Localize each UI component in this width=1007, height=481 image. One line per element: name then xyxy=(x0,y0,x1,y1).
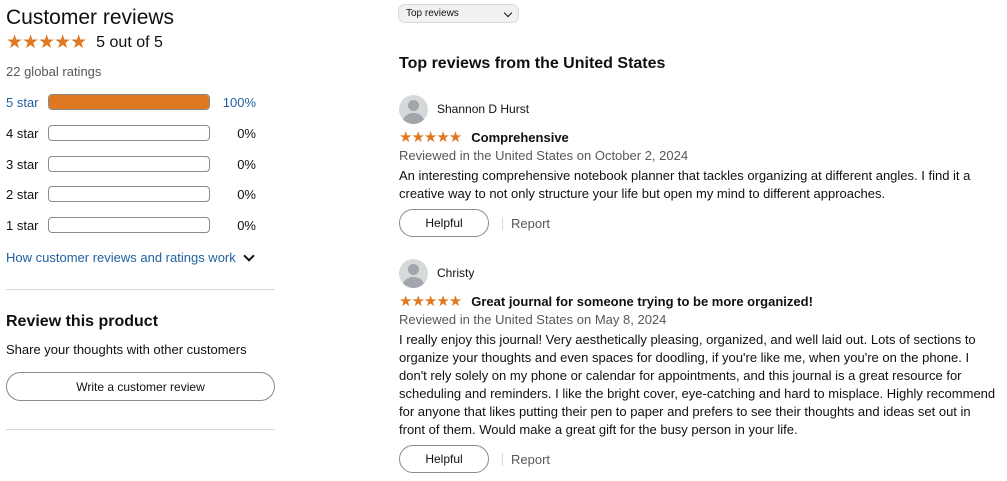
average-rating-text: 5 out of 5 xyxy=(96,33,163,51)
review-date: Reviewed in the United States on May 8, … xyxy=(399,312,667,327)
review-header: ★★★★★ Great journal for someone trying t… xyxy=(399,292,999,310)
reviewer-name: Christy xyxy=(437,266,475,280)
review-title[interactable]: Comprehensive xyxy=(471,130,569,145)
review-product-subtitle: Share your thoughts with other customers xyxy=(6,342,247,357)
review-title[interactable]: Great journal for someone trying to be m… xyxy=(471,294,813,309)
histogram-bar xyxy=(48,94,210,110)
histogram-percent: 0% xyxy=(237,125,256,141)
how-reviews-work-link[interactable]: How customer reviews and ratings work xyxy=(6,249,255,265)
histogram-bar xyxy=(48,156,210,172)
review-date: Reviewed in the United States on October… xyxy=(399,148,689,163)
reviewer-profile[interactable]: Shannon D Hurst xyxy=(399,94,999,124)
divider xyxy=(502,216,503,230)
histogram-row-5-star[interactable]: 5 star 100% xyxy=(6,92,268,112)
histogram-label: 3 star xyxy=(6,156,39,172)
histogram-fill xyxy=(49,95,209,109)
avatar xyxy=(399,258,428,288)
divider xyxy=(6,289,275,290)
histogram-percent: 0% xyxy=(237,156,256,172)
customer-reviews-heading: Customer reviews xyxy=(6,6,175,29)
divider xyxy=(6,429,275,430)
review-body: An interesting comprehensive notebook pl… xyxy=(399,168,971,201)
histogram-bar xyxy=(48,186,210,202)
how-reviews-work-label: How customer reviews and ratings work xyxy=(6,250,236,265)
review-actions: Helpful Report xyxy=(399,445,999,473)
reviewer-profile[interactable]: Christy xyxy=(399,258,999,288)
histogram-bar xyxy=(48,125,210,141)
star-rating-icon: ★★★★★ xyxy=(399,128,462,146)
histogram-row-1-star: 1 star 0% xyxy=(6,215,268,235)
report-link[interactable]: Report xyxy=(511,452,550,467)
review-item: Christy ★★★★★ Great journal for someone … xyxy=(399,258,999,473)
top-reviews-heading: Top reviews from the United States xyxy=(399,55,666,72)
histogram-percent: 100% xyxy=(222,94,256,110)
helpful-button[interactable]: Helpful xyxy=(399,445,489,473)
write-review-button[interactable]: Write a customer review xyxy=(6,372,275,401)
histogram-bar xyxy=(48,217,210,233)
star-rating-icon: ★★★★★ xyxy=(6,32,87,53)
reviewer-name: Shannon D Hurst xyxy=(437,102,530,116)
review-body: I really enjoy this journal! Very aesthe… xyxy=(399,332,996,437)
histogram-label: 4 star xyxy=(6,125,39,141)
chevron-down-icon xyxy=(503,8,513,18)
star-rating-icon: ★★★★★ xyxy=(399,292,462,310)
review-item: Shannon D Hurst ★★★★★ Comprehensive Revi… xyxy=(399,94,999,237)
histogram-percent: 0% xyxy=(237,186,256,202)
review-header: ★★★★★ Comprehensive xyxy=(399,128,999,146)
review-actions: Helpful Report xyxy=(399,209,999,237)
sort-selected-value: Top reviews xyxy=(406,8,459,19)
average-rating: ★★★★★ 5 out of 5 xyxy=(6,33,163,52)
chevron-down-icon xyxy=(243,249,255,262)
histogram-label: 5 star xyxy=(6,94,39,110)
helpful-button[interactable]: Helpful xyxy=(399,209,489,237)
report-link[interactable]: Report xyxy=(511,216,550,231)
histogram-row-4-star: 4 star 0% xyxy=(6,123,268,143)
divider xyxy=(502,452,503,466)
sort-dropdown[interactable]: Top reviews xyxy=(398,4,519,23)
histogram-label: 1 star xyxy=(6,217,39,233)
histogram-label: 2 star xyxy=(6,186,39,202)
avatar xyxy=(399,94,428,124)
histogram-row-3-star: 3 star 0% xyxy=(6,154,268,174)
histogram-percent: 0% xyxy=(237,217,256,233)
global-ratings-count: 22 global ratings xyxy=(6,64,102,79)
review-product-heading: Review this product xyxy=(6,313,159,330)
histogram-row-2-star: 2 star 0% xyxy=(6,184,268,204)
